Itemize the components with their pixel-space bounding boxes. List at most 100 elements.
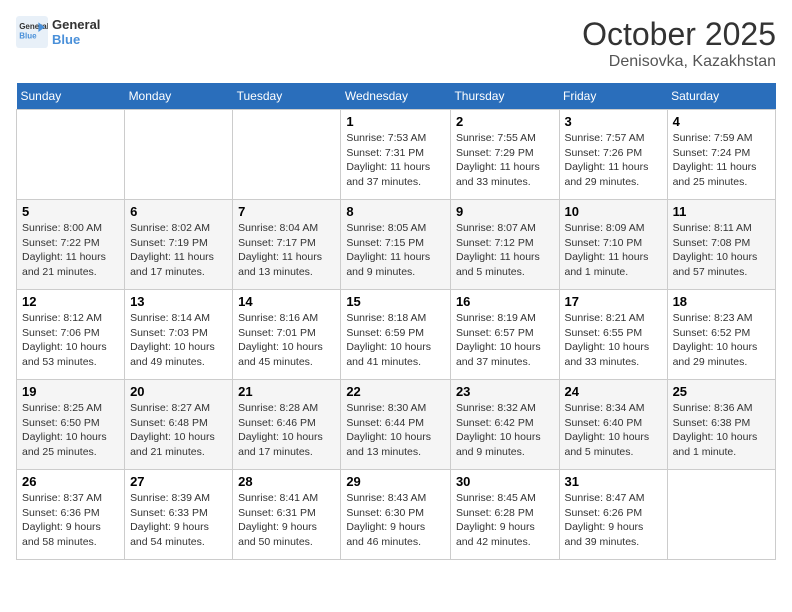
day-info: Sunrise: 8:39 AMSunset: 6:33 PMDaylight:… (130, 491, 227, 550)
calendar-cell: 25 Sunrise: 8:36 AMSunset: 6:38 PMDayligh… (667, 380, 775, 470)
day-info: Sunrise: 8:00 AMSunset: 7:22 PMDaylight:… (22, 221, 119, 280)
day-number: 22 (346, 384, 445, 399)
day-info: Sunrise: 8:41 AMSunset: 6:31 PMDaylight:… (238, 491, 335, 550)
day-number: 6 (130, 204, 227, 219)
day-info: Sunrise: 8:05 AMSunset: 7:15 PMDaylight:… (346, 221, 445, 280)
day-number: 16 (456, 294, 554, 309)
day-number: 11 (673, 204, 770, 219)
calendar-cell: 29Sunrise: 8:43 AMSunset: 6:30 PMDayligh… (341, 470, 451, 560)
calendar-cell: 21Sunrise: 8:28 AMSunset: 6:46 PMDayligh… (233, 380, 341, 470)
day-number: 8 (346, 204, 445, 219)
calendar-cell: 31 Sunrise: 8:47 AMSunset: 6:26 PMDayligh… (559, 470, 667, 560)
day-number: 17 (565, 294, 662, 309)
calendar-cell: 19 Sunrise: 8:25 AMSunset: 6:50 PMDayligh… (17, 380, 125, 470)
day-info: Sunrise: 8:18 AMSunset: 6:59 PMDaylight:… (346, 311, 445, 370)
logo: General Blue General Blue (16, 16, 100, 48)
day-header-thursday: Thursday (450, 83, 559, 110)
day-number: 14 (238, 294, 335, 309)
title-block: October 2025 Denisovka, Kazakhstan (582, 16, 776, 71)
day-info: Sunrise: 8:37 AMSunset: 6:36 PMDaylight:… (22, 491, 119, 550)
calendar-table: SundayMondayTuesdayWednesdayThursdayFrid… (16, 83, 776, 560)
week-row-4: 19 Sunrise: 8:25 AMSunset: 6:50 PMDayligh… (17, 380, 776, 470)
day-number: 5 (22, 204, 119, 219)
day-info: Sunrise: 8:32 AMSunset: 6:42 PMDaylight:… (456, 401, 554, 460)
day-number: 23 (456, 384, 554, 399)
week-row-3: 12 Sunrise: 8:12 AMSunset: 7:06 PMDayligh… (17, 290, 776, 380)
calendar-cell: 3 Sunrise: 7:57 AMSunset: 7:26 PMDaylight… (559, 110, 667, 200)
calendar-cell: 18 Sunrise: 8:23 AMSunset: 6:52 PMDayligh… (667, 290, 775, 380)
svg-text:General: General (19, 22, 48, 31)
calendar-cell: 8 Sunrise: 8:05 AMSunset: 7:15 PMDaylight… (341, 200, 451, 290)
calendar-cell: 6 Sunrise: 8:02 AMSunset: 7:19 PMDaylight… (125, 200, 233, 290)
day-info: Sunrise: 8:09 AMSunset: 7:10 PMDaylight:… (565, 221, 662, 280)
page-header: General Blue General Blue October 2025 D… (16, 16, 776, 71)
calendar-cell: 11 Sunrise: 8:11 AMSunset: 7:08 PMDayligh… (667, 200, 775, 290)
day-header-friday: Friday (559, 83, 667, 110)
day-info: Sunrise: 8:19 AMSunset: 6:57 PMDaylight:… (456, 311, 554, 370)
calendar-cell: 23 Sunrise: 8:32 AMSunset: 6:42 PMDayligh… (450, 380, 559, 470)
calendar-cell: 9Sunrise: 8:07 AMSunset: 7:12 PMDaylight… (450, 200, 559, 290)
day-info: Sunrise: 8:23 AMSunset: 6:52 PMDaylight:… (673, 311, 770, 370)
calendar-cell (17, 110, 125, 200)
day-number: 24 (565, 384, 662, 399)
calendar-subtitle: Denisovka, Kazakhstan (582, 53, 776, 71)
day-info: Sunrise: 8:12 AMSunset: 7:06 PMDaylight:… (22, 311, 119, 370)
day-header-monday: Monday (125, 83, 233, 110)
day-info: Sunrise: 8:27 AMSunset: 6:48 PMDaylight:… (130, 401, 227, 460)
day-info: Sunrise: 8:11 AMSunset: 7:08 PMDaylight:… (673, 221, 770, 280)
day-number: 15 (346, 294, 445, 309)
day-info: Sunrise: 8:02 AMSunset: 7:19 PMDaylight:… (130, 221, 227, 280)
day-info: Sunrise: 8:21 AMSunset: 6:55 PMDaylight:… (565, 311, 662, 370)
day-number: 28 (238, 474, 335, 489)
day-number: 20 (130, 384, 227, 399)
day-number: 21 (238, 384, 335, 399)
day-info: Sunrise: 7:53 AMSunset: 7:31 PMDaylight:… (346, 131, 445, 190)
day-number: 3 (565, 114, 662, 129)
day-number: 12 (22, 294, 119, 309)
day-number: 31 (565, 474, 662, 489)
day-number: 19 (22, 384, 119, 399)
day-info: Sunrise: 8:47 AMSunset: 6:26 PMDaylight:… (565, 491, 662, 550)
calendar-cell: 24Sunrise: 8:34 AMSunset: 6:40 PMDayligh… (559, 380, 667, 470)
calendar-cell (233, 110, 341, 200)
day-header-wednesday: Wednesday (341, 83, 451, 110)
day-header-tuesday: Tuesday (233, 83, 341, 110)
week-row-1: 1 Sunrise: 7:53 AMSunset: 7:31 PMDaylight… (17, 110, 776, 200)
calendar-cell: 20 Sunrise: 8:27 AMSunset: 6:48 PMDayligh… (125, 380, 233, 470)
day-info: Sunrise: 7:55 AMSunset: 7:29 PMDaylight:… (456, 131, 554, 190)
day-info: Sunrise: 8:36 AMSunset: 6:38 PMDaylight:… (673, 401, 770, 460)
header-row: SundayMondayTuesdayWednesdayThursdayFrid… (17, 83, 776, 110)
day-info: Sunrise: 8:45 AMSunset: 6:28 PMDaylight:… (456, 491, 554, 550)
logo-icon: General Blue (16, 16, 48, 48)
week-row-5: 26 Sunrise: 8:37 AMSunset: 6:36 PMDayligh… (17, 470, 776, 560)
day-number: 10 (565, 204, 662, 219)
calendar-cell: 15 Sunrise: 8:18 AMSunset: 6:59 PMDayligh… (341, 290, 451, 380)
day-number: 18 (673, 294, 770, 309)
calendar-cell: 10 Sunrise: 8:09 AMSunset: 7:10 PMDayligh… (559, 200, 667, 290)
day-info: Sunrise: 8:25 AMSunset: 6:50 PMDaylight:… (22, 401, 119, 460)
day-header-saturday: Saturday (667, 83, 775, 110)
calendar-cell: 2Sunrise: 7:55 AMSunset: 7:29 PMDaylight… (450, 110, 559, 200)
calendar-cell: 12 Sunrise: 8:12 AMSunset: 7:06 PMDayligh… (17, 290, 125, 380)
day-number: 9 (456, 204, 554, 219)
day-number: 1 (346, 114, 445, 129)
week-row-2: 5 Sunrise: 8:00 AMSunset: 7:22 PMDaylight… (17, 200, 776, 290)
day-info: Sunrise: 8:04 AMSunset: 7:17 PMDaylight:… (238, 221, 335, 280)
calendar-cell: 22 Sunrise: 8:30 AMSunset: 6:44 PMDayligh… (341, 380, 451, 470)
day-number: 4 (673, 114, 770, 129)
day-info: Sunrise: 8:30 AMSunset: 6:44 PMDaylight:… (346, 401, 445, 460)
day-number: 27 (130, 474, 227, 489)
calendar-cell: 5 Sunrise: 8:00 AMSunset: 7:22 PMDaylight… (17, 200, 125, 290)
day-number: 25 (673, 384, 770, 399)
calendar-cell: 26 Sunrise: 8:37 AMSunset: 6:36 PMDayligh… (17, 470, 125, 560)
day-number: 26 (22, 474, 119, 489)
calendar-cell: 14Sunrise: 8:16 AMSunset: 7:01 PMDayligh… (233, 290, 341, 380)
calendar-cell: 1 Sunrise: 7:53 AMSunset: 7:31 PMDaylight… (341, 110, 451, 200)
day-info: Sunrise: 8:14 AMSunset: 7:03 PMDaylight:… (130, 311, 227, 370)
calendar-cell: 16 Sunrise: 8:19 AMSunset: 6:57 PMDayligh… (450, 290, 559, 380)
day-info: Sunrise: 8:43 AMSunset: 6:30 PMDaylight:… (346, 491, 445, 550)
day-info: Sunrise: 7:57 AMSunset: 7:26 PMDaylight:… (565, 131, 662, 190)
svg-text:Blue: Blue (19, 31, 37, 40)
day-number: 13 (130, 294, 227, 309)
calendar-cell: 17 Sunrise: 8:21 AMSunset: 6:55 PMDayligh… (559, 290, 667, 380)
